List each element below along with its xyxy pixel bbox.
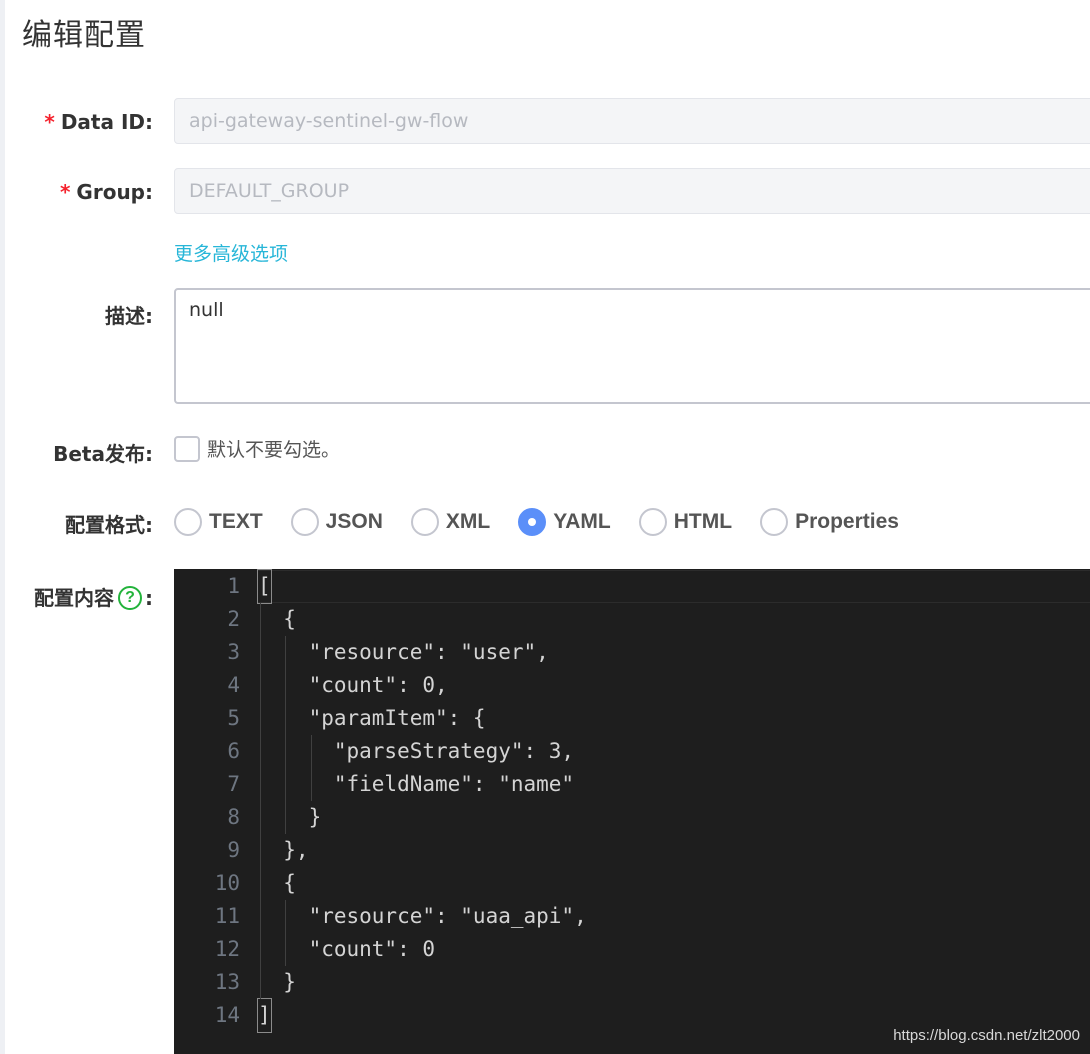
question-circle-icon[interactable]: ? [118,585,142,610]
indent-guide [260,603,261,999]
required-mark: * [44,110,55,134]
code-text: }, [258,838,309,862]
indent-guide [285,636,287,834]
code-text: { [258,607,296,631]
data-id-field[interactable]: api-gateway-sentinel-gw-flow [174,98,1090,144]
code-text: { [258,871,296,895]
line-number: 4 [227,673,240,697]
data-id-label-text: Data ID: [60,110,153,134]
code-text: "paramItem": { [258,706,486,730]
editor-line[interactable]: 9 }, [174,834,1090,867]
line-number: 10 [214,871,240,895]
radio-button[interactable] [638,508,667,536]
line-number: 9 [227,838,240,862]
editor-line[interactable]: 5 "paramItem": { [174,702,1090,735]
format-option-xml[interactable]: XML [410,508,491,536]
content-label-text: 配置内容 [34,586,114,610]
radio-button[interactable] [760,508,789,536]
editor-line[interactable]: 8 } [174,801,1090,834]
format-option-html[interactable]: HTML [638,508,733,536]
code-text: } [258,970,296,994]
line-number: 7 [227,772,240,796]
radio-button[interactable] [410,508,439,536]
content-label-colon: : [145,586,153,610]
format-option-label: JSON [325,510,383,533]
required-mark: * [59,180,71,204]
beta-checkbox-text: 默认不要勾选。 [207,439,341,461]
beta-label: Beta发布: [53,442,153,466]
radio-button[interactable] [174,508,202,536]
editor-line[interactable]: 10 { [174,867,1090,900]
indent-guide [285,900,287,966]
content-label: 配置内容?: [34,582,153,612]
more-advanced-options-link[interactable]: 更多高级选项 [174,239,288,266]
format-option-properties[interactable]: Properties [760,508,899,536]
group-label-text: Group: [76,180,153,204]
editor-line[interactable]: 1[ [174,569,1090,604]
code-text: } [258,805,322,829]
line-number: 5 [227,706,240,730]
radio-button[interactable] [290,508,319,536]
editor-line[interactable]: 13 } [174,966,1090,999]
indent-guide [310,735,312,801]
line-number: 2 [227,607,240,631]
editor-line[interactable]: 3 "resource": "user", [174,636,1090,669]
code-text: "resource": "uaa_api", [258,904,587,928]
line-number: 6 [227,739,240,763]
code-text: "parseStrategy": 3, [258,739,575,763]
page-title: 编辑配置 [22,18,146,53]
editor-line[interactable]: 12 "count": 0 [174,933,1090,966]
editor-line[interactable]: 11 "resource": "uaa_api", [174,900,1090,933]
data-id-label: * Data ID: [44,110,153,134]
code-text: [ [257,569,272,604]
line-number: 1 [227,574,240,598]
line-number: 8 [227,805,240,829]
description-textarea[interactable]: null [174,288,1090,404]
code-editor[interactable]: 1[2 {3 "resource": "user", 4 "count": 0, 5… [174,569,1090,1054]
format-option-label: Properties [795,510,899,533]
description-label: 描述: [105,304,153,328]
editor-line[interactable]: 2 { [174,603,1090,636]
left-edge-divider [0,0,5,1054]
radio-dot-icon [528,518,537,526]
format-option-text[interactable]: TEXT [174,508,263,536]
code-text: "resource": "user", [258,640,549,664]
beta-checkbox-row[interactable]: 默认不要勾选。 [174,435,340,462]
code-text: ] [257,998,272,1033]
format-option-label: TEXT [209,510,263,533]
editor-line[interactable]: 4 "count": 0, [174,669,1090,702]
format-option-label: YAML [553,510,611,533]
format-option-yaml[interactable]: YAML [518,508,611,536]
group-field[interactable]: DEFAULT_GROUP [174,168,1090,214]
radio-button-selected[interactable] [518,508,547,536]
code-text: "fieldName": "name" [258,772,575,796]
edit-config-page: 编辑配置 * Data ID: api-gateway-sentinel-gw-f… [0,0,1090,1054]
group-label: * Group: [60,180,153,204]
format-option-label: XML [445,510,491,533]
beta-checkbox[interactable] [174,435,200,462]
line-number: 3 [227,640,240,664]
format-option-label: HTML [673,510,733,533]
line-number: 13 [214,970,240,994]
current-line-highlight [258,570,1090,603]
format-label: 配置格式: [65,513,153,537]
format-radio-group: TEXT JSON XML YAML HTML Properties [174,507,927,537]
code-text: "count": 0, [258,673,448,697]
line-number: 14 [214,1003,240,1027]
line-number: 11 [214,904,240,928]
format-option-json[interactable]: JSON [290,508,383,536]
watermark: https://blog.csdn.net/zlt2000 [893,1027,1080,1044]
line-number: 12 [214,937,240,961]
